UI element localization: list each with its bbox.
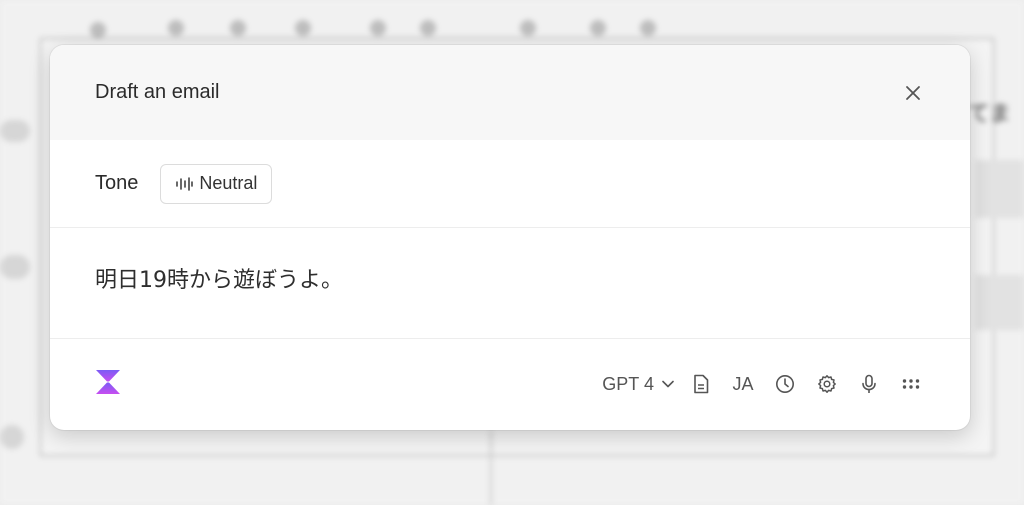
bg-icon <box>230 20 246 36</box>
close-icon <box>906 85 920 100</box>
bg-element <box>0 255 30 279</box>
bg-partial-text: てま <box>968 101 1011 126</box>
dialog-footer: GPT 4 JA <box>50 339 970 429</box>
tone-value: Neutral <box>199 173 258 193</box>
document-icon <box>694 374 709 394</box>
bg-icon <box>295 20 311 36</box>
tone-selector-button[interactable]: Neutral <box>160 163 273 204</box>
footer-toolbar: GPT 4 JA <box>602 369 932 399</box>
model-label: GPT 4 <box>602 373 654 394</box>
gear-icon <box>818 375 836 393</box>
tone-label: Tone <box>95 172 139 194</box>
tone-row: Tone Neutral <box>50 140 970 227</box>
chevron-down-icon <box>662 380 674 388</box>
bg-panel <box>975 160 1024 218</box>
bg-icon <box>370 20 386 36</box>
bg-panel <box>975 275 1024 330</box>
waveform-icon <box>176 176 194 191</box>
bg-element <box>0 425 24 449</box>
message-text: 明日19時から遊ぼうよ。 <box>95 268 343 293</box>
history-button[interactable] <box>764 369 806 399</box>
bg-divider <box>490 430 492 505</box>
dialog-header: Draft an email <box>50 45 970 140</box>
bg-icon <box>420 20 436 36</box>
document-button[interactable] <box>680 369 722 399</box>
clock-icon <box>776 375 794 393</box>
draft-email-dialog: Draft an email Tone Neutral 明日19時から遊ぼうよ。 <box>50 45 970 430</box>
bg-icon <box>168 20 184 36</box>
more-apps-button[interactable] <box>890 369 932 399</box>
bg-icon <box>640 20 656 36</box>
language-button[interactable]: JA <box>722 369 764 399</box>
settings-button[interactable] <box>806 369 848 399</box>
grid-dots-icon <box>902 379 920 389</box>
model-selector[interactable]: GPT 4 <box>602 369 674 399</box>
voice-input-button[interactable] <box>848 369 890 399</box>
bg-icon <box>520 20 536 36</box>
message-editor[interactable]: 明日19時から遊ぼうよ。 <box>50 227 970 339</box>
dialog-title: Draft an email <box>95 81 220 103</box>
microphone-icon <box>862 374 876 393</box>
bg-element <box>0 120 30 142</box>
hourglass-logo <box>96 369 120 394</box>
bg-icon <box>590 20 606 36</box>
close-button[interactable] <box>901 81 925 105</box>
app-logo <box>94 368 122 401</box>
language-label: JA <box>732 373 754 394</box>
bg-icon <box>90 22 106 38</box>
